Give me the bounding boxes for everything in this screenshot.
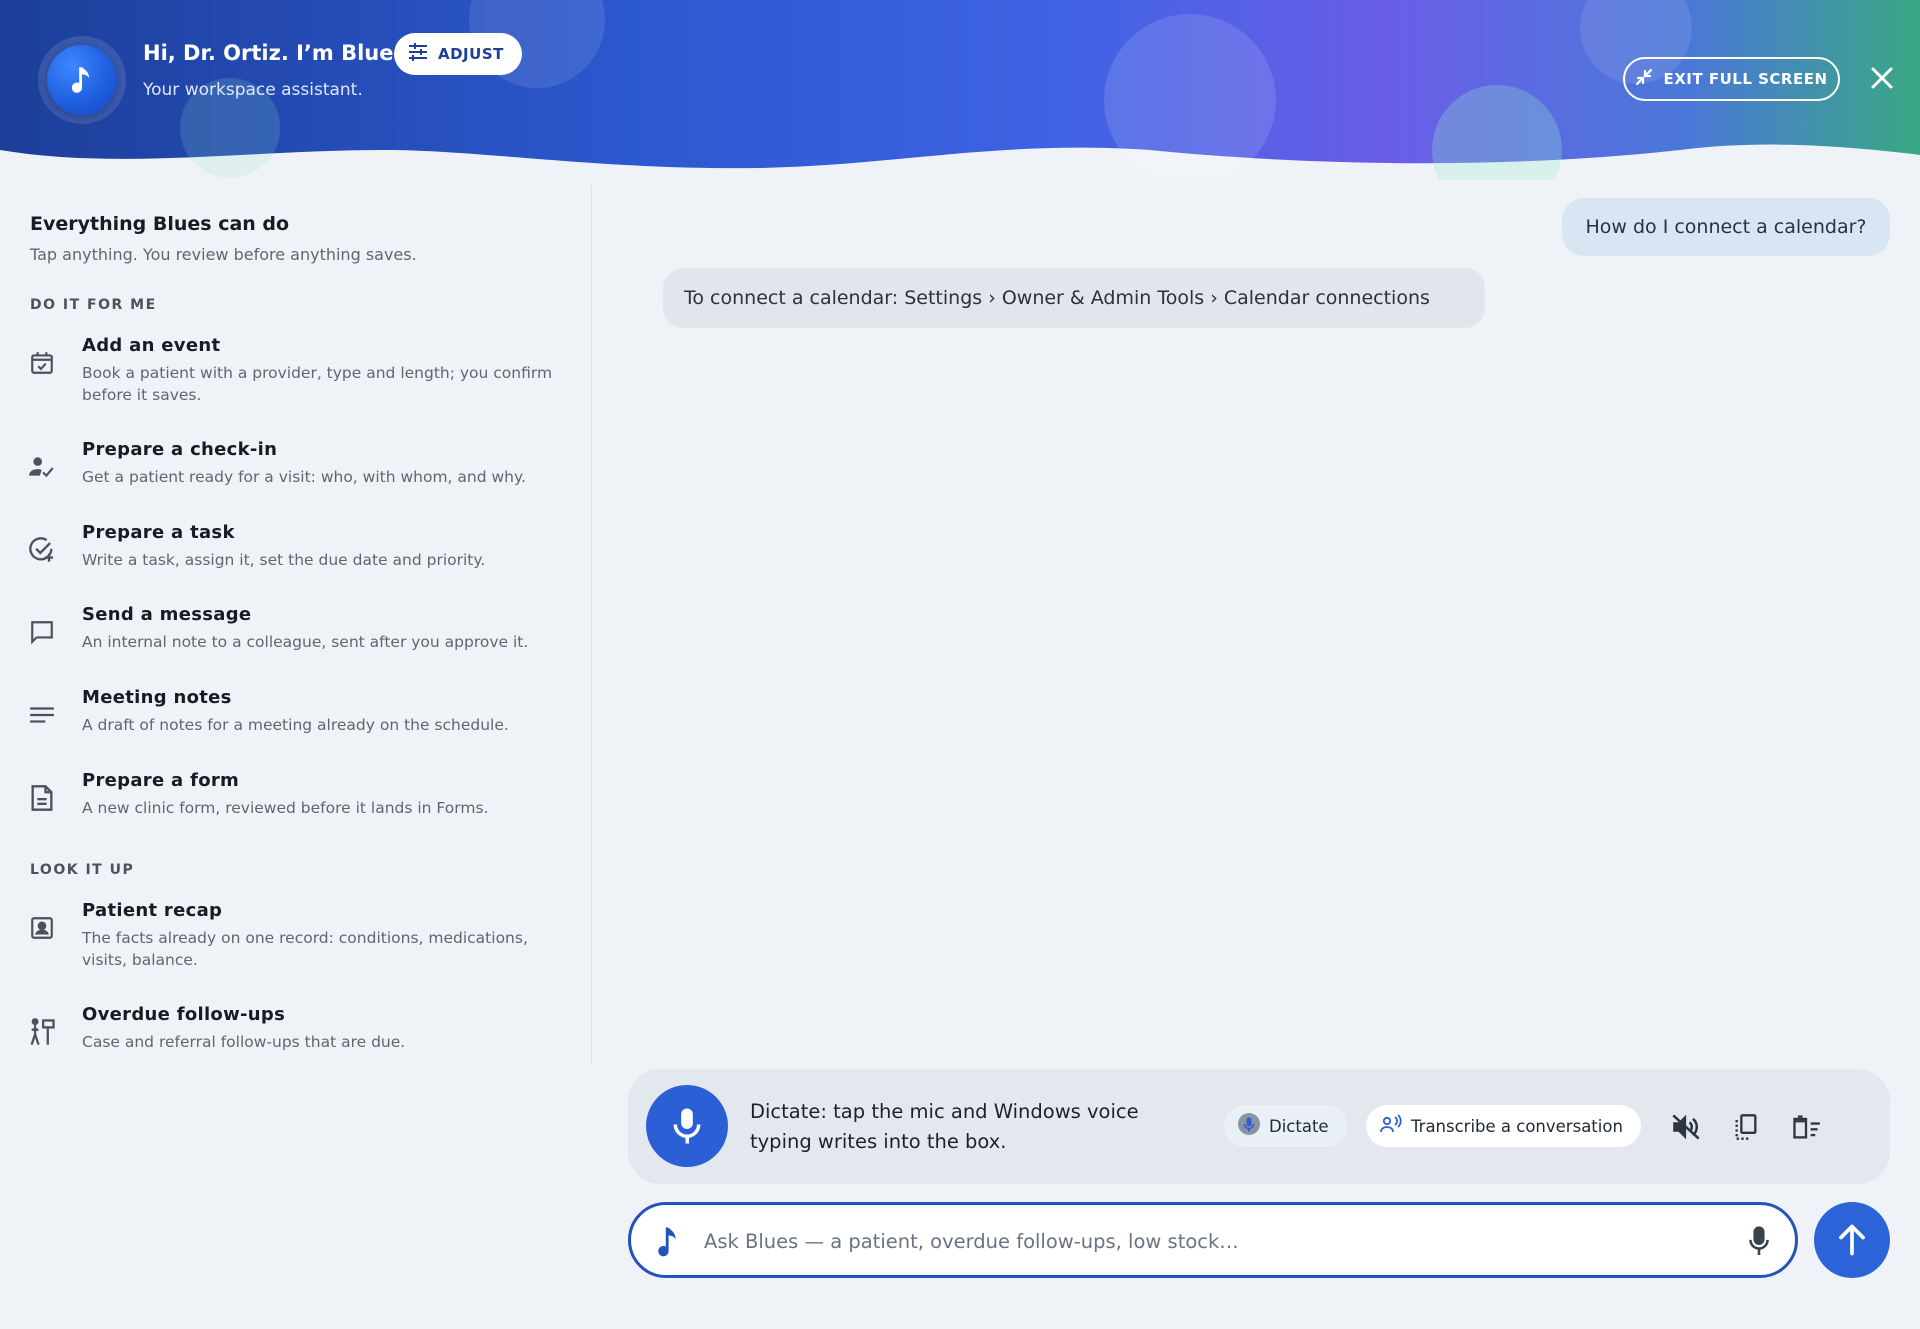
capability-title: Patient recap bbox=[82, 900, 223, 921]
dictate-mic-button[interactable] bbox=[646, 1085, 728, 1167]
ask-input-box bbox=[628, 1202, 1798, 1278]
copy-icon bbox=[1735, 1114, 1757, 1140]
panel-title: Everything Blues can do bbox=[30, 213, 290, 235]
clear-button[interactable] bbox=[1788, 1109, 1824, 1145]
capability-form[interactable]: Prepare a form A new clinic form, review… bbox=[22, 770, 567, 819]
capability-title: Prepare a form bbox=[82, 770, 240, 791]
transcribe-conversation-chip[interactable]: Transcribe a conversation bbox=[1366, 1105, 1641, 1147]
user-message-bubble: How do I connect a calendar? bbox=[1562, 198, 1890, 256]
capability-desc: A draft of notes for a meeting already o… bbox=[82, 716, 509, 734]
exit-full-screen-label: EXIT FULL SCREEN bbox=[1663, 70, 1828, 88]
voice-person-icon bbox=[1380, 1114, 1402, 1138]
arrow-up-icon bbox=[1839, 1224, 1865, 1256]
dictate-instructions: Dictate: tap the mic and Windows voice t… bbox=[750, 1100, 1139, 1153]
chat-bubble-icon bbox=[22, 612, 62, 652]
capability-desc: The facts already on one record: conditi… bbox=[82, 929, 528, 969]
capability-overdue-follow-ups[interactable]: Overdue follow-ups Case and referral fol… bbox=[22, 1004, 567, 1053]
adjust-button[interactable]: ADJUST bbox=[394, 33, 522, 75]
capability-patient-recap[interactable]: Patient recap The facts already on one r… bbox=[22, 900, 567, 971]
capability-desc: Book a patient with a provider, type and… bbox=[82, 364, 553, 404]
close-icon bbox=[1871, 67, 1893, 89]
capability-title: Prepare a task bbox=[82, 522, 235, 543]
task-add-icon bbox=[22, 530, 62, 570]
section-label-look-it-up: LOOK IT UP bbox=[30, 862, 135, 878]
capability-title: Send a message bbox=[82, 604, 252, 625]
follow-up-signpost-icon bbox=[22, 1012, 62, 1052]
panel-subtitle: Tap anything. You review before anything… bbox=[30, 245, 417, 264]
dictate-chip-label: Dictate bbox=[1269, 1116, 1329, 1136]
capability-message[interactable]: Send a message An internal note to a col… bbox=[22, 604, 567, 653]
dictate-bar: Dictate: tap the mic and Windows voice t… bbox=[628, 1069, 1890, 1184]
capability-task[interactable]: Prepare a task Write a task, assign it, … bbox=[22, 522, 567, 571]
section-label-do-it: DO IT FOR ME bbox=[30, 297, 157, 313]
calendar-check-icon bbox=[22, 343, 62, 383]
person-check-icon bbox=[22, 447, 62, 487]
send-button[interactable] bbox=[1814, 1202, 1890, 1278]
assistant-avatar bbox=[38, 36, 126, 124]
clear-list-icon bbox=[1793, 1115, 1820, 1139]
capability-desc: Case and referral follow-ups that are du… bbox=[82, 1033, 406, 1051]
capability-desc: Write a task, assign it, set the due dat… bbox=[82, 551, 486, 569]
panel-divider bbox=[591, 185, 592, 1065]
capability-desc: Get a patient ready for a visit: who, wi… bbox=[82, 468, 526, 486]
notes-lines-icon bbox=[22, 695, 62, 735]
greeting-subtitle: Your workspace assistant. bbox=[143, 80, 363, 100]
speaker-mute-icon bbox=[1672, 1114, 1700, 1140]
microphone-icon bbox=[1749, 1226, 1769, 1255]
header: Hi, Dr. Ortiz. I’m Blues. Your workspace… bbox=[0, 0, 1920, 180]
capability-desc: A new clinic form, reviewed before it la… bbox=[82, 799, 489, 817]
capability-title: Overdue follow-ups bbox=[82, 1004, 286, 1025]
patient-card-icon bbox=[22, 908, 62, 948]
capability-add-event[interactable]: Add an event Book a patient with a provi… bbox=[22, 335, 567, 406]
transcribe-chip-label: Transcribe a conversation bbox=[1411, 1116, 1623, 1136]
greeting-title: Hi, Dr. Ortiz. I’m Blues. bbox=[143, 41, 414, 65]
document-icon bbox=[22, 778, 62, 818]
music-note-icon bbox=[47, 45, 117, 115]
collapse-arrows-icon bbox=[1635, 68, 1653, 90]
sliders-icon bbox=[408, 43, 428, 65]
capability-meeting-notes[interactable]: Meeting notes A draft of notes for a mee… bbox=[22, 687, 567, 736]
adjust-label: ADJUST bbox=[438, 45, 504, 63]
capability-title: Prepare a check-in bbox=[82, 439, 278, 460]
copy-button[interactable] bbox=[1728, 1109, 1764, 1145]
close-button[interactable] bbox=[1866, 62, 1898, 94]
capability-title: Meeting notes bbox=[82, 687, 232, 708]
ask-blues-input[interactable] bbox=[704, 1223, 1664, 1259]
capability-check-in[interactable]: Prepare a check-in Get a patient ready f… bbox=[22, 439, 567, 488]
capability-title: Add an event bbox=[82, 335, 221, 356]
input-mic-button[interactable] bbox=[1741, 1223, 1777, 1259]
microphone-icon bbox=[673, 1108, 701, 1144]
exit-full-screen-button[interactable]: EXIT FULL SCREEN bbox=[1623, 57, 1840, 101]
microphone-small-icon bbox=[1238, 1113, 1260, 1139]
capabilities-panel: Everything Blues can do Tap anything. Yo… bbox=[0, 185, 592, 1065]
assistant-message-bubble: To connect a calendar: Settings › Owner … bbox=[663, 268, 1485, 328]
music-note-input-icon bbox=[649, 1223, 685, 1259]
dictate-chip[interactable]: Dictate bbox=[1224, 1105, 1347, 1147]
mute-speaker-button[interactable] bbox=[1668, 1109, 1704, 1145]
capability-desc: An internal note to a colleague, sent af… bbox=[82, 633, 529, 651]
